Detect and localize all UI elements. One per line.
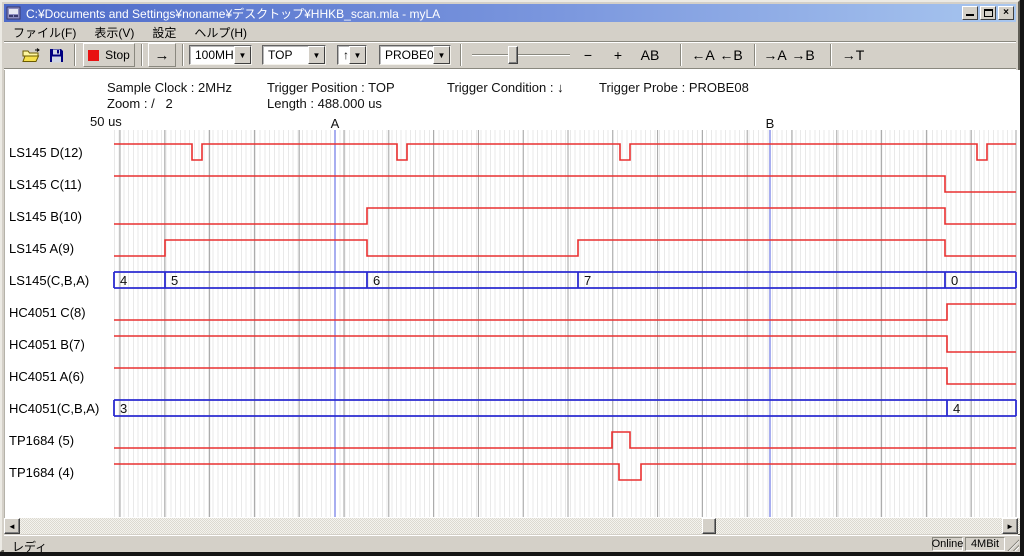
app-window: C:¥Documents and Settings¥noname¥デスクトップ¥… — [0, 0, 1020, 552]
desktop: C:¥Documents and Settings¥noname¥デスクトップ¥… — [0, 0, 1024, 556]
signal-trace — [114, 240, 1016, 256]
resize-grip-icon[interactable] — [1006, 538, 1019, 551]
signal-trace — [114, 368, 1016, 384]
signal-trace — [114, 176, 1016, 192]
marker-b-label: B — [766, 116, 775, 131]
bus-value: 6 — [373, 273, 380, 288]
bus-value: 3 — [120, 401, 127, 416]
bus-value: 7 — [584, 273, 591, 288]
status-online-badge: Online — [932, 537, 963, 551]
signal-trace — [114, 464, 1016, 480]
signal-trace — [114, 144, 1016, 160]
waveform-canvas[interactable]: A B 4 5 6 7 0 3 4 — [2, 2, 1022, 554]
status-memory-badge: 4MBit — [965, 537, 1005, 551]
bus-value: 5 — [171, 273, 178, 288]
status-ready-text: レディ — [12, 538, 47, 555]
bus-value: 4 — [120, 273, 127, 288]
scrollbar-thumb[interactable] — [702, 518, 716, 534]
status-bar: レディ Online 4MBit — [4, 535, 1020, 552]
marker-a-label: A — [331, 116, 340, 131]
signal-trace — [114, 208, 1016, 224]
bus-value: 4 — [953, 401, 960, 416]
horizontal-scrollbar[interactable]: ◄ ► — [4, 518, 1020, 534]
bus-value: 0 — [951, 273, 958, 288]
scroll-right-button[interactable]: ► — [1002, 518, 1018, 534]
signal-trace — [114, 432, 1016, 448]
signal-trace — [114, 304, 1016, 320]
signal-trace — [114, 336, 1016, 352]
scroll-left-button[interactable]: ◄ — [4, 518, 20, 534]
